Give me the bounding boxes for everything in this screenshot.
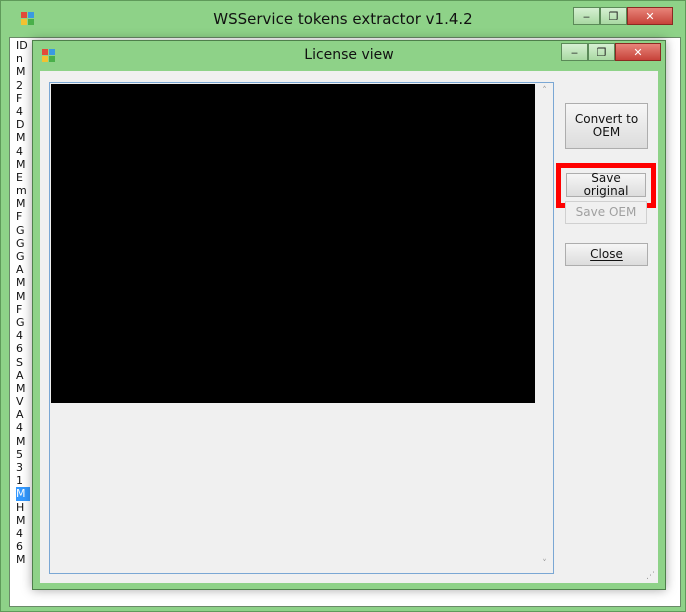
list-item[interactable]: 4 bbox=[16, 329, 30, 342]
list-item[interactable]: G bbox=[16, 224, 30, 237]
list-item[interactable]: M bbox=[16, 276, 30, 289]
list-item[interactable]: 4 bbox=[16, 105, 30, 118]
list-item[interactable]: G bbox=[16, 237, 30, 250]
list-item[interactable]: H bbox=[16, 501, 30, 514]
list-item[interactable]: M bbox=[16, 487, 30, 501]
list-item[interactable]: F bbox=[16, 92, 30, 105]
resize-grip-icon[interactable]: ⋰ bbox=[646, 571, 656, 581]
list-item[interactable]: M bbox=[16, 553, 30, 566]
list-item[interactable]: M bbox=[16, 197, 30, 210]
list-item[interactable]: 4 bbox=[16, 421, 30, 434]
save-oem-label: Save OEM bbox=[575, 205, 637, 219]
save-original-button[interactable]: Save original bbox=[566, 171, 646, 198]
license-textbox[interactable]: ˄ ˅ bbox=[49, 82, 554, 574]
save-oem-button[interactable]: Save OEM bbox=[565, 201, 647, 224]
list-item[interactable]: A bbox=[16, 263, 30, 276]
list-item[interactable]: G bbox=[16, 316, 30, 329]
list-item[interactable]: 4 bbox=[16, 527, 30, 540]
list-item[interactable]: 3 bbox=[16, 461, 30, 474]
list-item[interactable]: n bbox=[16, 52, 30, 65]
list-item[interactable]: m bbox=[16, 184, 30, 197]
main-close-button[interactable]: ✕ bbox=[627, 7, 673, 25]
list-item[interactable]: A bbox=[16, 369, 30, 382]
convert-to-oem-label: Convert to OEM bbox=[574, 112, 639, 139]
dialog-close-button[interactable]: ✕ bbox=[615, 43, 661, 61]
list-item[interactable]: 6 bbox=[16, 540, 30, 553]
license-view-dialog: License view ‒ ❐ ✕ ˄ ˅ Convert to OEM Sa… bbox=[32, 40, 666, 590]
list-item[interactable]: M bbox=[16, 158, 30, 171]
save-original-label: Save original bbox=[583, 171, 629, 198]
list-item[interactable]: V bbox=[16, 395, 30, 408]
dialog-title-bar[interactable]: License view ‒ ❐ ✕ bbox=[33, 41, 665, 71]
dialog-maximize-button[interactable]: ❐ bbox=[588, 43, 615, 61]
list-item[interactable]: F bbox=[16, 303, 30, 316]
maximize-icon: ❐ bbox=[596, 45, 607, 59]
close-button[interactable]: Close bbox=[565, 243, 648, 266]
list-item[interactable]: S bbox=[16, 356, 30, 369]
list-item[interactable]: G bbox=[16, 250, 30, 263]
list-item[interactable]: M bbox=[16, 65, 30, 78]
vertical-scrollbar[interactable]: ˄ ˅ bbox=[536, 83, 553, 573]
main-title-bar[interactable]: WSService tokens extractor v1.4.2 ‒ ❐ ✕ bbox=[1, 1, 685, 37]
list-item[interactable]: M bbox=[16, 382, 30, 395]
list-item[interactable]: M bbox=[16, 290, 30, 303]
close-icon: ✕ bbox=[633, 45, 643, 59]
product-list[interactable]: ID n M 2 F 4 D M 4 M Em M F G G G A M M F G 4 6 S A M V A 4 M 5 3 1 M H M 4 6… bbox=[16, 39, 30, 567]
list-item[interactable]: 6 bbox=[16, 342, 30, 355]
minimize-icon: ‒ bbox=[571, 45, 578, 59]
maximize-icon: ❐ bbox=[608, 9, 619, 23]
dialog-client-area: ˄ ˅ Convert to OEM Save original Save OE… bbox=[40, 71, 658, 583]
convert-to-oem-button[interactable]: Convert to OEM bbox=[565, 103, 648, 149]
main-maximize-button[interactable]: ❐ bbox=[600, 7, 627, 25]
list-item[interactable]: M bbox=[16, 131, 30, 144]
minimize-icon: ‒ bbox=[583, 9, 590, 23]
list-item[interactable]: 5 bbox=[16, 448, 30, 461]
scroll-up-icon[interactable]: ˄ bbox=[536, 83, 553, 100]
close-icon: ✕ bbox=[645, 9, 655, 23]
list-item[interactable]: E bbox=[16, 171, 30, 184]
list-item[interactable]: M bbox=[16, 514, 30, 527]
dialog-minimize-button[interactable]: ‒ bbox=[561, 43, 588, 61]
list-item[interactable]: 4 bbox=[16, 145, 30, 158]
list-item[interactable]: F bbox=[16, 210, 30, 223]
list-item[interactable]: ID bbox=[16, 39, 30, 52]
list-item[interactable]: 1 bbox=[16, 474, 30, 487]
list-item[interactable]: A bbox=[16, 408, 30, 421]
main-minimize-button[interactable]: ‒ bbox=[573, 7, 600, 25]
scroll-down-icon[interactable]: ˅ bbox=[536, 556, 553, 573]
list-item[interactable]: M bbox=[16, 435, 30, 448]
list-item[interactable]: 2 bbox=[16, 79, 30, 92]
close-label: Close bbox=[590, 247, 623, 261]
license-content-area bbox=[51, 84, 535, 403]
list-item[interactable]: D bbox=[16, 118, 30, 131]
